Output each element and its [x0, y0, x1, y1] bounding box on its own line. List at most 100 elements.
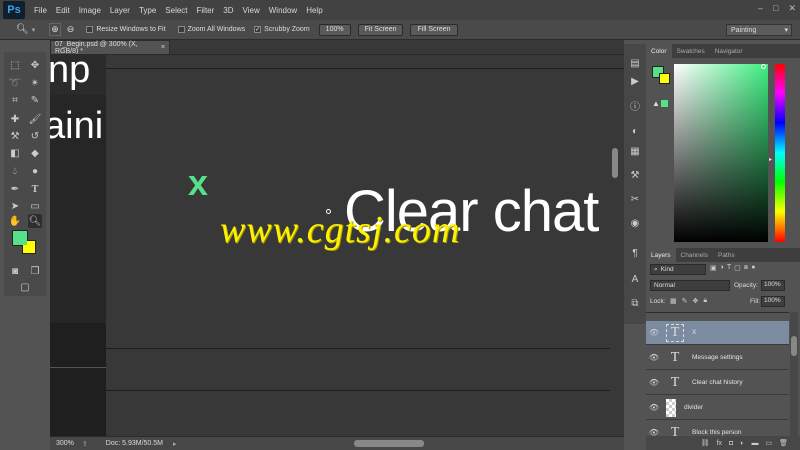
- healing-brush-icon[interactable]: ✚: [8, 112, 22, 126]
- filter-kind-select[interactable]: ⌕ Kind: [650, 264, 706, 275]
- menu-edit[interactable]: Edit: [56, 6, 70, 15]
- menu-file[interactable]: File: [34, 6, 47, 15]
- eyedropper-icon[interactable]: ✎: [28, 93, 42, 107]
- zoom-tool-icon[interactable]: 🔍︎: [28, 214, 42, 228]
- fit-screen-button[interactable]: Fit Screen: [357, 23, 404, 36]
- lock-move-icon[interactable]: ✥: [693, 297, 699, 305]
- filter-adjust-icon[interactable]: ◑: [720, 264, 724, 275]
- history-icon[interactable]: ▤: [628, 56, 642, 70]
- resize-windows-check[interactable]: Resize Windows to Fit: [86, 26, 166, 33]
- visibility-eye-icon[interactable]: 👁︎: [646, 378, 662, 387]
- document-tab[interactable]: 07_Begin.psd @ 300% (X, RGB/8) * ×: [50, 40, 170, 55]
- move-tool-icon[interactable]: ✥: [28, 58, 42, 72]
- lock-all-icon[interactable]: 🔒︎: [703, 297, 707, 305]
- menu-image[interactable]: Image: [79, 6, 101, 15]
- zoom-in-icon[interactable]: ⊕: [49, 23, 61, 36]
- menu-view[interactable]: View: [243, 6, 260, 15]
- menu-help[interactable]: Help: [306, 6, 322, 15]
- filter-toggle-icon[interactable]: ●: [751, 264, 755, 275]
- tab-color[interactable]: Color: [646, 44, 672, 58]
- hue-slider-handle-icon[interactable]: ▸: [769, 156, 772, 163]
- workspace-select[interactable]: Painting ▾: [726, 24, 792, 36]
- status-arrow-icon[interactable]: ▸: [173, 440, 177, 448]
- fill-screen-button[interactable]: Fill Screen: [410, 23, 458, 36]
- crop-tool-icon[interactable]: ⌗: [8, 93, 22, 107]
- menu-select[interactable]: Select: [165, 6, 187, 15]
- adjustment-icon[interactable]: ◐: [740, 440, 744, 447]
- layers-scrollbar[interactable]: [790, 312, 798, 436]
- lock-transparent-icon[interactable]: ▦: [670, 297, 677, 305]
- tab-channels[interactable]: Channels: [676, 248, 713, 262]
- tool-preset-arrow-icon[interactable]: ▾: [32, 26, 36, 34]
- visibility-eye-icon[interactable]: 👁︎: [646, 353, 662, 362]
- screen-mode-icon[interactable]: ❐: [28, 264, 42, 278]
- lasso-tool-icon[interactable]: ➰: [8, 76, 22, 90]
- websafe-swatch[interactable]: [661, 100, 668, 107]
- clone-source-icon[interactable]: ✂: [628, 192, 642, 206]
- paint-bucket-icon[interactable]: ◆: [28, 146, 42, 160]
- tab-swatches[interactable]: Swatches: [672, 44, 710, 58]
- close-tab-icon[interactable]: ×: [161, 44, 165, 51]
- visibility-eye-icon[interactable]: 👁︎: [646, 328, 662, 337]
- layer-row-block-this-person[interactable]: 👁︎ T Block this person: [646, 421, 789, 437]
- fx-icon[interactable]: fx: [717, 440, 722, 447]
- layer-row-message-settings[interactable]: 👁︎ T Message settings: [646, 346, 789, 370]
- tab-paths[interactable]: Paths: [713, 248, 740, 262]
- menu-window[interactable]: Window: [269, 6, 297, 15]
- visibility-eye-icon[interactable]: 👁︎: [646, 428, 662, 436]
- layer-row-clear-chat-history[interactable]: 👁︎ T Clear chat history: [646, 371, 789, 395]
- history-brush-icon[interactable]: ↺: [28, 129, 42, 143]
- lock-paint-icon[interactable]: ✎: [682, 297, 688, 305]
- zoom-level[interactable]: 300%: [56, 440, 74, 447]
- menu-type[interactable]: Type: [139, 6, 156, 15]
- marquee-tool-icon[interactable]: ⬚: [8, 58, 22, 72]
- layers-scrollbar-thumb[interactable]: [791, 336, 797, 356]
- clone-stamp-icon[interactable]: ⚒: [8, 129, 22, 143]
- type-tool-icon[interactable]: T: [28, 182, 42, 196]
- menu-layer[interactable]: Layer: [110, 6, 130, 15]
- new-layer-icon[interactable]: ▭: [765, 439, 772, 447]
- eraser-icon[interactable]: ◧: [8, 146, 22, 160]
- menu-filter[interactable]: Filter: [197, 6, 215, 15]
- magic-wand-icon[interactable]: ✴: [28, 76, 42, 90]
- filter-shape-icon[interactable]: ▢: [734, 264, 741, 275]
- adjustments-icon[interactable]: ◐: [628, 124, 642, 138]
- zoom-out-icon[interactable]: ⊖: [67, 24, 75, 35]
- zoom-100-button[interactable]: 100%: [318, 23, 351, 36]
- share-icon[interactable]: ⇪: [82, 440, 88, 448]
- filter-smart-icon[interactable]: ⧈: [744, 264, 748, 275]
- horizontal-scrollbar-thumb[interactable]: [354, 440, 424, 447]
- layer-row-x[interactable]: 👁︎ T X: [646, 321, 789, 345]
- zoom-tool-icon[interactable]: 🔍︎: [16, 24, 29, 35]
- tab-layers[interactable]: Layers: [646, 248, 676, 262]
- vertical-scrollbar-thumb[interactable]: [612, 148, 618, 178]
- fill-field[interactable]: 100%: [761, 296, 785, 307]
- tool-presets-icon[interactable]: ◉: [628, 216, 642, 230]
- filter-pixel-icon[interactable]: ▣: [710, 264, 717, 275]
- folder-icon[interactable]: ▬: [751, 440, 758, 447]
- character-icon[interactable]: A: [628, 272, 642, 286]
- trash-icon[interactable]: 🗑︎: [779, 439, 788, 447]
- visibility-eye-icon[interactable]: 👁︎: [646, 403, 662, 412]
- rectangle-tool-icon[interactable]: ▭: [28, 199, 42, 213]
- info-icon[interactable]: ⓘ: [628, 98, 642, 113]
- dodge-tool-icon[interactable]: ●: [28, 164, 42, 178]
- properties-icon[interactable]: ▦: [628, 144, 642, 158]
- hand-tool-icon[interactable]: ✋: [8, 214, 22, 228]
- brush-tool-icon[interactable]: 🖌︎: [28, 112, 42, 126]
- path-selection-icon[interactable]: ➤: [8, 199, 22, 213]
- layer-row-divider[interactable]: 👁︎ divider: [646, 396, 789, 420]
- hue-slider[interactable]: [775, 64, 785, 242]
- zoom-all-windows-check[interactable]: Zoom All Windows: [177, 26, 245, 33]
- blur-tool-icon[interactable]: 💧︎: [8, 164, 22, 178]
- pen-tool-icon[interactable]: ✒: [8, 182, 22, 196]
- brush-presets-icon[interactable]: ⚒: [628, 168, 642, 182]
- frame-icon[interactable]: ▢: [18, 280, 32, 294]
- styles-icon[interactable]: ⧉: [628, 296, 642, 310]
- actions-play-icon[interactable]: ▶: [628, 74, 642, 88]
- quick-mask-icon[interactable]: ◙: [8, 264, 22, 278]
- minimize-button[interactable]: –: [758, 3, 763, 14]
- color-picker-field[interactable]: [674, 64, 768, 242]
- close-button[interactable]: ✕: [788, 3, 796, 14]
- menu-3d[interactable]: 3D: [223, 6, 233, 15]
